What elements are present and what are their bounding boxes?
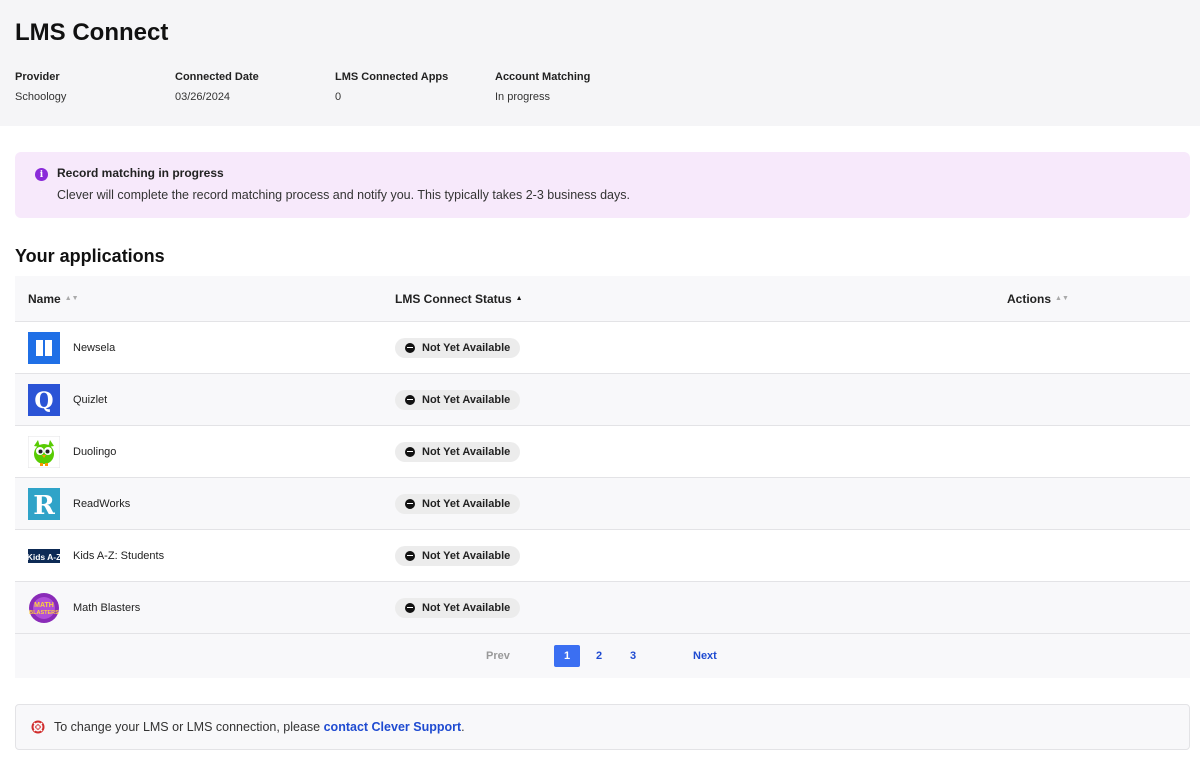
svg-text:Kids A-Z: Kids A-Z: [28, 552, 60, 562]
kids-az-logo-icon: Kids A-Z: [28, 540, 60, 572]
app-cell: Newsela: [15, 331, 395, 364]
status-cell: Not Yet Available: [395, 493, 1007, 514]
minus-circle-icon: [405, 394, 415, 405]
app-cell: Kids A-Z Kids A-Z: Students: [15, 540, 395, 572]
page-title: LMS Connect: [15, 19, 169, 46]
meta-label: Account Matching: [495, 71, 591, 83]
footer-text-end: .: [461, 720, 465, 734]
status-label: Not Yet Available: [422, 341, 511, 354]
status-badge: Not Yet Available: [395, 389, 521, 410]
table-header: Name ▲▼ LMS Connect Status ▲ Actions ▲▼: [15, 276, 1190, 322]
svg-text:Q: Q: [34, 388, 53, 414]
svg-text:BLASTERS: BLASTERS: [29, 610, 59, 616]
meta-label: Connected Date: [175, 71, 259, 83]
page-header: LMS Connect Provider Schoology Connected…: [0, 0, 1200, 126]
status-badge: Not Yet Available: [395, 441, 521, 462]
record-matching-alert: i Record matching in progress Clever wil…: [15, 152, 1190, 218]
app-name: Kids A-Z: Students: [73, 549, 165, 562]
meta-value: In progress: [495, 91, 551, 103]
status-cell: Not Yet Available: [395, 337, 1007, 358]
app-cell: Duolingo: [15, 435, 395, 468]
section-title: Your applications: [15, 246, 165, 266]
column-header-name[interactable]: Name ▲▼: [15, 292, 395, 306]
minus-circle-icon: [405, 550, 415, 561]
support-footer: To change your LMS or LMS connection, pl…: [15, 704, 1190, 750]
app-cell: MATH BLASTERS Math Blasters: [15, 592, 395, 624]
status-cell: Not Yet Available: [395, 389, 1007, 410]
app-name: Duolingo: [73, 445, 117, 458]
sort-icon: ▲▼: [1055, 294, 1069, 302]
alert-body: Clever will complete the record matching…: [57, 188, 630, 202]
prev-page-button[interactable]: Prev: [486, 650, 510, 662]
status-cell: Not Yet Available: [395, 545, 1007, 566]
meta-label: LMS Connected Apps: [335, 71, 449, 83]
minus-circle-icon: [405, 446, 415, 457]
table-row[interactable]: Duolingo Not Yet Available: [15, 426, 1190, 478]
meta-value: 03/26/2024: [175, 91, 231, 103]
status-badge: Not Yet Available: [395, 493, 521, 514]
column-label: LMS Connect Status: [395, 291, 512, 306]
column-label: Name: [28, 291, 61, 306]
alert-title: Record matching in progress: [57, 166, 224, 180]
column-label: Actions: [1007, 291, 1052, 306]
status-badge: Not Yet Available: [395, 597, 521, 618]
meta-provider: Provider Schoology: [15, 70, 175, 104]
math-blasters-logo-icon: MATH BLASTERS: [28, 592, 60, 624]
table-row[interactable]: MATH BLASTERS Math Blasters Not Yet Avai…: [15, 582, 1190, 634]
sort-ascending-icon: ▲: [515, 294, 523, 302]
sort-icon: ▲▼: [64, 294, 79, 302]
meta-label: Provider: [15, 71, 60, 83]
next-page-button[interactable]: Next: [693, 650, 717, 662]
status-badge: Not Yet Available: [395, 337, 521, 358]
status-label: Not Yet Available: [422, 497, 511, 510]
info-icon: i: [35, 168, 48, 181]
column-header-status[interactable]: LMS Connect Status ▲: [395, 292, 1007, 306]
meta-connected-apps: LMS Connected Apps 0: [335, 70, 495, 104]
minus-circle-icon: [405, 602, 415, 613]
app-name: Math Blasters: [73, 601, 141, 614]
footer-text: To change your LMS or LMS connection, pl…: [54, 720, 324, 734]
app-name: ReadWorks: [73, 497, 131, 510]
connection-meta: Provider Schoology Connected Date 03/26/…: [15, 70, 1185, 104]
column-header-actions[interactable]: Actions ▲▼: [1007, 292, 1190, 306]
pagination: Prev 1 2 3 Next: [15, 634, 1190, 678]
app-cell: R ReadWorks: [15, 487, 395, 520]
minus-circle-icon: [405, 342, 415, 353]
minus-circle-icon: [405, 498, 415, 509]
duolingo-logo-icon: [28, 435, 60, 468]
app-name: Newsela: [73, 341, 116, 354]
table-row[interactable]: Kids A-Z Kids A-Z: Students Not Yet Avai…: [15, 530, 1190, 582]
svg-text:MATH: MATH: [34, 602, 54, 609]
meta-value: Schoology: [15, 91, 67, 103]
table-row[interactable]: R ReadWorks Not Yet Available: [15, 478, 1190, 530]
status-cell: Not Yet Available: [395, 441, 1007, 462]
status-cell: Not Yet Available: [395, 597, 1007, 618]
svg-text:R: R: [33, 491, 55, 520]
status-label: Not Yet Available: [422, 601, 511, 614]
status-label: Not Yet Available: [422, 393, 511, 406]
contact-support-link[interactable]: contact Clever Support: [324, 720, 462, 734]
lifebuoy-icon: [31, 720, 45, 734]
app-name: Quizlet: [73, 393, 108, 406]
readworks-logo-icon: R: [28, 487, 60, 520]
status-label: Not Yet Available: [422, 445, 511, 458]
page-button-2[interactable]: 2: [596, 650, 602, 662]
meta-connected-date: Connected Date 03/26/2024: [175, 70, 335, 104]
quizlet-logo-icon: Q: [28, 383, 60, 416]
applications-table: Name ▲▼ LMS Connect Status ▲ Actions ▲▼ …: [15, 276, 1190, 678]
table-row[interactable]: Newsela Not Yet Available: [15, 322, 1190, 374]
newsela-logo-icon: [28, 331, 60, 364]
page-button-1[interactable]: 1: [554, 645, 580, 667]
status-badge: Not Yet Available: [395, 545, 521, 566]
table-row[interactable]: Q Quizlet Not Yet Available: [15, 374, 1190, 426]
app-cell: Q Quizlet: [15, 383, 395, 416]
meta-account-matching: Account Matching In progress: [495, 70, 655, 104]
meta-value: 0: [335, 91, 342, 103]
page-button-3[interactable]: 3: [630, 650, 636, 662]
status-label: Not Yet Available: [422, 549, 511, 562]
alert-text: Record matching in progress Clever will …: [57, 166, 630, 218]
